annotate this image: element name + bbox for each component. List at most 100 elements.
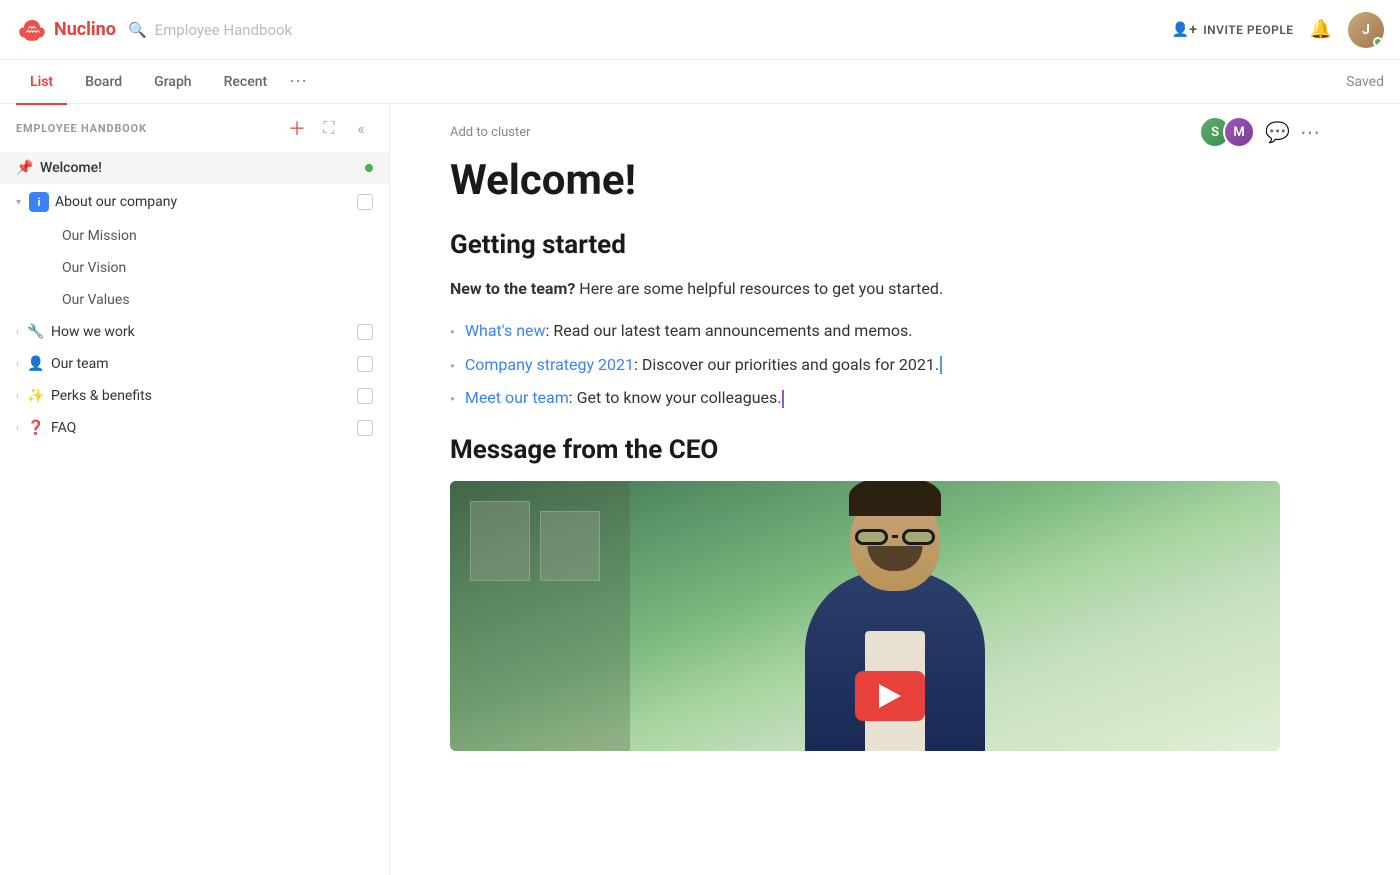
tab-graph[interactable]: Graph: [140, 61, 205, 105]
perks-icon: ✨: [27, 388, 45, 404]
sidebar-child-mission: Our Mission: [0, 220, 389, 252]
sidebar-item-vision[interactable]: Our Vision: [46, 252, 389, 284]
item-checkbox[interactable]: [357, 420, 373, 436]
saved-status: Saved: [1346, 74, 1384, 90]
expand-icon[interactable]: ›: [16, 423, 19, 434]
sidebar-item-faq[interactable]: › ❓ FAQ: [0, 412, 389, 444]
toolbar-right: S M 💬 ⋯: [1199, 116, 1320, 148]
sidebar-header: EMPLOYEE HANDBOOK ＋ ⛶ «: [0, 104, 389, 152]
sidebar-item-ourteam[interactable]: › 👤 Our team: [0, 348, 389, 380]
sidebar-item-label: Perks & benefits: [51, 388, 351, 404]
sidebar-item-label: Our Mission: [62, 228, 373, 244]
list-item-content: What's new: Read our latest team announc…: [465, 318, 913, 344]
intro-paragraph: New to the team? Here are some helpful r…: [450, 276, 1320, 302]
tabs-more-button[interactable]: ⋯: [289, 71, 307, 92]
sidebar-item-label: Welcome!: [40, 160, 359, 176]
top-nav: Nuclino 🔍 Employee Handbook 👤+ INVITE PE…: [0, 0, 1400, 60]
item-checkbox[interactable]: [357, 388, 373, 404]
tabs-bar: List Board Graph Recent ⋯ Saved: [0, 60, 1400, 104]
online-indicator: [1373, 37, 1383, 47]
cursor-blue: [940, 356, 942, 374]
tab-recent[interactable]: Recent: [210, 61, 282, 105]
expand-icon[interactable]: ›: [16, 327, 19, 338]
whats-new-link[interactable]: What's new: [465, 321, 546, 340]
sidebar: EMPLOYEE HANDBOOK ＋ ⛶ « 📌 Welcome! ▾ i A…: [0, 104, 390, 875]
search-text: Employee Handbook: [155, 21, 293, 39]
sidebar-item-label: How we work: [51, 324, 351, 340]
bullet-dot: ●: [450, 326, 455, 339]
sidebar-child-values: Our Values: [0, 284, 389, 316]
sidebar-item-label: Our team: [51, 356, 351, 372]
logo[interactable]: Nuclino: [16, 16, 116, 44]
sidebar-expand-button[interactable]: ⛶: [317, 116, 341, 140]
sidebar-list: 📌 Welcome! ▾ i About our company Our Mis…: [0, 152, 389, 875]
sidebar-item-mission[interactable]: Our Mission: [46, 220, 389, 252]
nav-right: 👤+ INVITE PEOPLE 🔔 J: [1172, 12, 1385, 48]
invite-label: INVITE PEOPLE: [1203, 23, 1293, 37]
expand-icon[interactable]: ›: [16, 359, 19, 370]
wrench-icon: 🔧: [27, 324, 45, 340]
getting-started-heading: Getting started: [450, 230, 1320, 260]
sidebar-item-welcome[interactable]: 📌 Welcome!: [0, 152, 389, 184]
content-toolbar: Add to cluster S M 💬 ⋯: [450, 104, 1320, 156]
ceo-heading: Message from the CEO: [450, 435, 1320, 465]
main-content: Add to cluster S M 💬 ⋯ Welcome! Getting …: [390, 104, 1400, 875]
item-checkbox[interactable]: [357, 194, 373, 210]
list-item-content: Meet our team: Get to know your colleagu…: [465, 385, 785, 411]
sidebar-title: EMPLOYEE HANDBOOK: [16, 122, 277, 135]
sidebar-actions: ＋ ⛶ «: [285, 116, 373, 140]
sidebar-item-about[interactable]: ▾ i About our company: [0, 184, 389, 220]
sidebar-item-label: Our Vision: [62, 260, 373, 276]
main-layout: EMPLOYEE HANDBOOK ＋ ⛶ « 📌 Welcome! ▾ i A…: [0, 104, 1400, 875]
page-title: Welcome!: [450, 156, 1320, 206]
search-icon: 🔍: [128, 21, 147, 39]
faq-icon: ❓: [27, 420, 45, 436]
pin-icon: 📌: [16, 160, 34, 176]
cursor-purple: [782, 390, 784, 408]
bullet-dot: ●: [450, 393, 455, 406]
list-item: ● Meet our team: Get to know your collea…: [450, 385, 1320, 411]
brain-icon: [16, 16, 48, 44]
user-avatar[interactable]: J: [1348, 12, 1384, 48]
app-name: Nuclino: [54, 19, 116, 40]
comments-button[interactable]: 💬: [1265, 120, 1290, 144]
collaborator-avatars: S M: [1199, 116, 1255, 148]
sidebar-collapse-button[interactable]: «: [349, 116, 373, 140]
bullet-dot: ●: [450, 360, 455, 373]
sidebar-add-button[interactable]: ＋: [285, 116, 309, 140]
list-item-content: Company strategy 2021: Discover our prio…: [465, 352, 942, 378]
item-checkbox[interactable]: [357, 324, 373, 340]
video-play-button[interactable]: [855, 671, 925, 721]
intro-text: Here are some helpful resources to get y…: [575, 279, 943, 298]
play-triangle-icon: [879, 684, 901, 708]
ceo-video[interactable]: [450, 481, 1280, 751]
list-item: ● Company strategy 2021: Discover our pr…: [450, 352, 1320, 378]
more-options-button[interactable]: ⋯: [1300, 120, 1320, 144]
add-to-cluster-button[interactable]: Add to cluster: [450, 125, 531, 140]
sidebar-item-label: Our Values: [62, 292, 373, 308]
item-checkbox[interactable]: [357, 356, 373, 372]
tab-board[interactable]: Board: [71, 61, 136, 105]
expand-icon[interactable]: ▾: [16, 197, 21, 208]
collaborator-avatar-2: M: [1223, 116, 1255, 148]
invite-icon: 👤+: [1172, 22, 1198, 38]
online-dot: [365, 164, 373, 172]
about-icon: i: [29, 192, 49, 212]
list-item: ● What's new: Read our latest team annou…: [450, 318, 1320, 344]
meet-our-team-link[interactable]: Meet our team: [465, 388, 569, 407]
sidebar-item-howwework[interactable]: › 🔧 How we work: [0, 316, 389, 348]
resource-list: ● What's new: Read our latest team annou…: [450, 318, 1320, 411]
search-bar[interactable]: 🔍 Employee Handbook: [128, 21, 528, 39]
sidebar-item-perks[interactable]: › ✨ Perks & benefits: [0, 380, 389, 412]
sidebar-item-label: About our company: [55, 194, 351, 210]
sidebar-item-values[interactable]: Our Values: [46, 284, 389, 316]
notifications-button[interactable]: 🔔: [1310, 19, 1332, 40]
tab-list[interactable]: List: [16, 61, 67, 105]
sidebar-item-label: FAQ: [51, 420, 351, 436]
sidebar-child-vision: Our Vision: [0, 252, 389, 284]
team-icon: 👤: [27, 356, 45, 372]
intro-bold: New to the team?: [450, 279, 575, 298]
invite-people-button[interactable]: 👤+ INVITE PEOPLE: [1172, 22, 1294, 38]
company-strategy-link[interactable]: Company strategy 2021: [465, 355, 634, 374]
expand-icon[interactable]: ›: [16, 391, 19, 402]
